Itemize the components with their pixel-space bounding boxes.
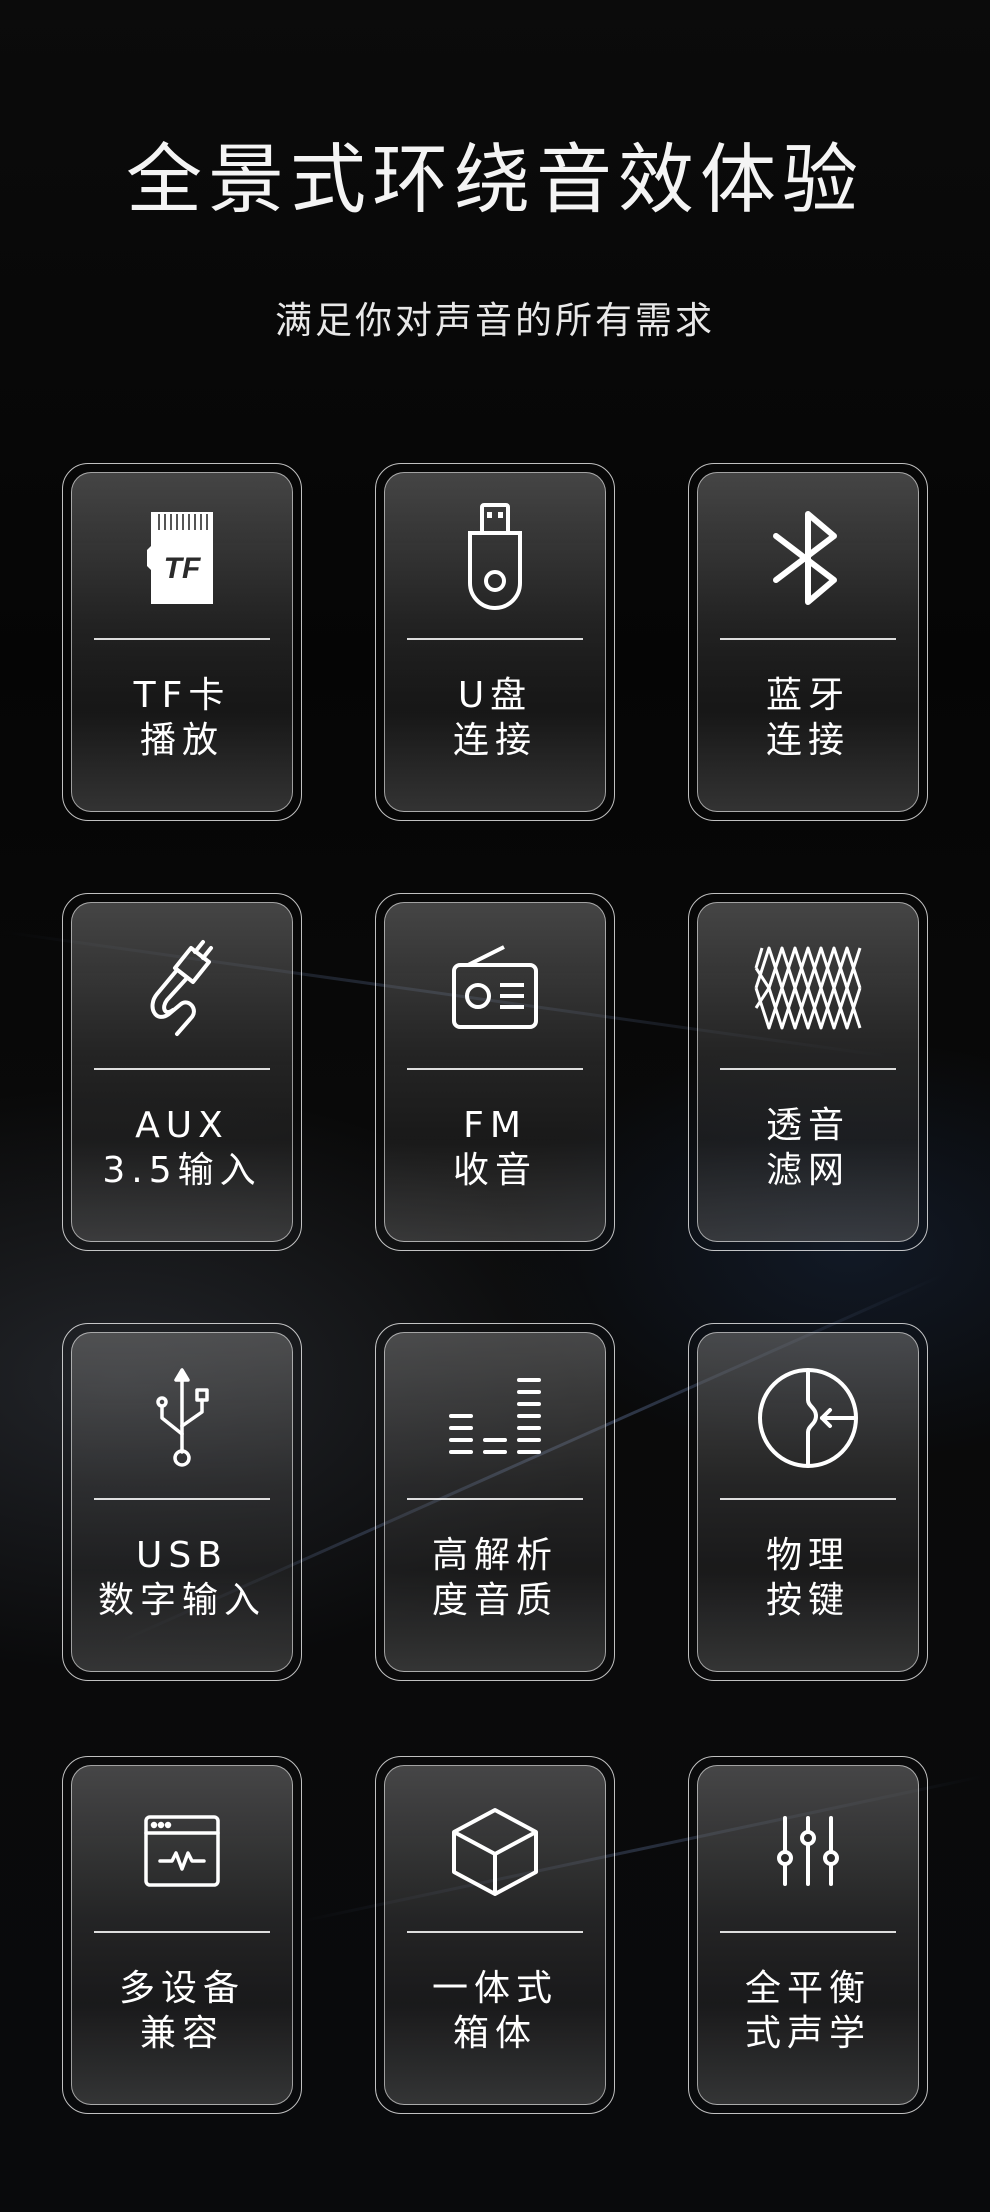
feature-label-line1: U盘 [457, 675, 533, 716]
feature-label: U盘 连接 [385, 673, 605, 763]
page-title: 全景式环绕音效体验 [126, 135, 864, 224]
page-subtitle: 满足你对声音的所有需求 [275, 299, 715, 342]
usb-symbol-icon [156, 1368, 209, 1467]
tf-card-icon: TF [147, 512, 213, 604]
card-divider [720, 638, 896, 640]
feature-label: 高解析 度音质 [385, 1533, 605, 1623]
feature-label: USB 数字输入 [72, 1533, 292, 1623]
feature-label-line1: 蓝牙 [765, 675, 850, 716]
feature-label: TF卡 播放 [72, 673, 292, 763]
feature-card-aux: AUX 3.5输入 [62, 893, 302, 1251]
card-divider [94, 1068, 270, 1070]
feature-label-line2: 箱体 [452, 2013, 537, 2054]
card-divider [407, 1931, 583, 1933]
usb-drive-icon [468, 503, 522, 610]
feature-label-line1: 透音 [765, 1105, 850, 1146]
feature-label-line2: 收音 [452, 1150, 537, 1191]
feature-label: 全平衡 式声学 [698, 1966, 918, 2056]
feature-label-line1: USB [136, 1535, 228, 1576]
feature-label: 透音 滤网 [698, 1103, 918, 1193]
feature-label-line2: 数字输入 [97, 1580, 266, 1621]
card-divider [720, 1068, 896, 1070]
feature-label-line1: TF卡 [133, 675, 231, 716]
device-window-icon [144, 1815, 220, 1887]
feature-label-line1: FM [463, 1105, 527, 1146]
feature-card-devices: 多设备 兼容 [62, 1756, 302, 2114]
feature-label: 一体式 箱体 [385, 1966, 605, 2056]
card-divider [720, 1931, 896, 1933]
feature-label-line1: 全平衡 [744, 1968, 871, 2009]
bluetooth-icon [773, 511, 837, 605]
feature-card-cabinet: 一体式 箱体 [375, 1756, 615, 2114]
feature-label-line1: 高解析 [431, 1535, 558, 1576]
card-divider [407, 1068, 583, 1070]
feature-card-mesh: 透音 滤网 [688, 893, 928, 1251]
feature-label: 物理 按键 [698, 1533, 918, 1623]
feature-label-line1: AUX [135, 1105, 229, 1146]
mesh-grille-icon [754, 946, 862, 1030]
feature-label-line1: 物理 [765, 1535, 850, 1576]
feature-label-line2: 兼容 [139, 2013, 224, 2054]
feature-label-line2: 播放 [139, 720, 224, 761]
feature-label: FM 收音 [385, 1103, 605, 1193]
tf-logo-text: TF [164, 552, 201, 585]
feature-card-usb: USB 数字输入 [62, 1323, 302, 1681]
card-divider [94, 1498, 270, 1500]
feature-label-line2: 度音质 [431, 1580, 558, 1621]
card-divider [94, 1931, 270, 1933]
feature-label: 蓝牙 连接 [698, 673, 918, 763]
feature-label-line2: 3.5输入 [102, 1150, 262, 1191]
feature-label-line1: 一体式 [431, 1968, 558, 2009]
feature-label-line2: 连接 [452, 720, 537, 761]
feature-label-line2: 滤网 [765, 1150, 850, 1191]
feature-card-udisk: U盘 连接 [375, 463, 615, 821]
radio-icon [452, 945, 538, 1029]
sliders-icon [777, 1816, 839, 1886]
equalizer-bars-icon [449, 1378, 541, 1454]
feature-label: AUX 3.5输入 [72, 1103, 292, 1193]
feature-card-acoustics: 全平衡 式声学 [688, 1756, 928, 2114]
feature-card-hires: 高解析 度音质 [375, 1323, 615, 1681]
feature-label-line1: 多设备 [118, 1968, 245, 2009]
feature-label-line2: 连接 [765, 720, 850, 761]
cube-icon [452, 1808, 538, 1896]
feature-card-tf: TF TF卡 播放 [62, 463, 302, 821]
card-divider [94, 638, 270, 640]
feature-label-line2: 式声学 [744, 2013, 871, 2054]
feature-card-bluetooth: 蓝牙 连接 [688, 463, 928, 821]
card-divider [720, 1498, 896, 1500]
feature-card-fm: FM 收音 [375, 893, 615, 1251]
physical-button-icon [758, 1368, 858, 1468]
aux-cable-icon [150, 940, 213, 1036]
feature-card-buttons: 物理 按键 [688, 1323, 928, 1681]
card-divider [407, 1498, 583, 1500]
feature-label-line2: 按键 [765, 1580, 850, 1621]
card-divider [407, 638, 583, 640]
feature-label: 多设备 兼容 [72, 1966, 292, 2056]
